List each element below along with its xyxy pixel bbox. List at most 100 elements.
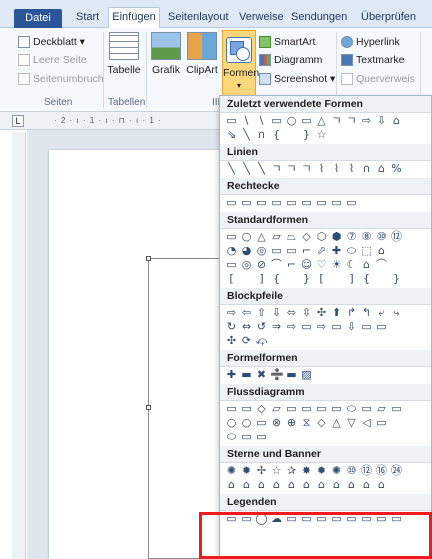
- shape-icon[interactable]: ✺: [330, 464, 343, 477]
- shape-icon[interactable]: ⇔: [240, 320, 253, 333]
- shape-icon[interactable]: ⇳: [300, 306, 313, 319]
- shape-icon[interactable]: △: [315, 114, 328, 127]
- shape-icon[interactable]: ⑦: [345, 230, 358, 243]
- shape-icon[interactable]: ⌂: [285, 478, 298, 491]
- shape-icon[interactable]: ⌐: [285, 258, 298, 271]
- shape-icon[interactable]: ⌂: [255, 478, 268, 491]
- shape-icon[interactable]: ⌂: [375, 478, 388, 491]
- shape-icon[interactable]: ▭: [225, 402, 238, 415]
- shape-icon[interactable]: ▱: [375, 402, 388, 415]
- shape-icon[interactable]: ⌇: [315, 162, 328, 175]
- shape-icon[interactable]: ⇦: [240, 306, 253, 319]
- shape-icon[interactable]: ㉔: [390, 464, 403, 477]
- shape-icon[interactable]: ⇨: [285, 320, 298, 333]
- tab-selector[interactable]: L: [12, 115, 24, 127]
- shape-icon[interactable]: [: [315, 272, 328, 285]
- shape-icon[interactable]: ⬀: [315, 244, 328, 257]
- shape-icon[interactable]: ↻: [225, 320, 238, 333]
- shape-icon[interactable]: ○: [240, 416, 253, 429]
- blank-page-button[interactable]: Leere Seite: [18, 54, 87, 66]
- shape-icon[interactable]: ▭: [225, 258, 238, 271]
- shape-icon[interactable]: ⬚: [360, 244, 373, 257]
- shape-icon[interactable]: ⌂: [375, 244, 388, 257]
- shape-icon[interactable]: ▬: [240, 368, 253, 381]
- shape-icon[interactable]: ⬡: [315, 230, 328, 243]
- shape-icon[interactable]: ▬: [285, 368, 298, 381]
- shape-icon[interactable]: ▭: [300, 512, 313, 525]
- shape-icon[interactable]: ㄱ: [300, 162, 313, 175]
- shape-icon[interactable]: ▭: [330, 320, 343, 333]
- shape-icon[interactable]: ⬭: [225, 430, 238, 443]
- shape-icon[interactable]: ↱: [345, 306, 358, 319]
- shape-icon[interactable]: ✺: [225, 464, 238, 477]
- shape-icon[interactable]: ▭: [315, 402, 328, 415]
- shape-icon[interactable]: ╲: [240, 128, 253, 141]
- shape-icon[interactable]: ▭: [255, 196, 268, 209]
- horizontal-ruler[interactable]: L · 2 · ı · 1 · ı · ⊓ · ı · 1 ·: [0, 112, 222, 130]
- shape-icon[interactable]: ◎: [240, 258, 253, 271]
- shape-icon[interactable]: ◇: [300, 230, 313, 243]
- shape-icon[interactable]: ◁: [360, 416, 373, 429]
- shape-icon[interactable]: ▭: [225, 230, 238, 243]
- shape-icon[interactable]: ✸: [300, 464, 313, 477]
- crossref-button[interactable]: Querverweis: [341, 73, 415, 85]
- shape-icon[interactable]: ▭: [270, 244, 283, 257]
- shape-icon[interactable]: ▭: [315, 196, 328, 209]
- shape-icon[interactable]: [330, 272, 343, 285]
- shape-icon[interactable]: ▭: [330, 512, 343, 525]
- shape-icon[interactable]: ⇩: [375, 114, 388, 127]
- shape-icon[interactable]: ⑫: [390, 230, 403, 243]
- shape-icon[interactable]: ⌒: [375, 258, 388, 271]
- shape-icon[interactable]: [375, 272, 388, 285]
- shape-icon[interactable]: ⤶: [375, 306, 388, 319]
- shape-icon[interactable]: ⑯: [375, 464, 388, 477]
- shape-icon[interactable]: ⬆: [330, 306, 343, 319]
- shape-icon[interactable]: ▭: [330, 196, 343, 209]
- shape-icon[interactable]: ╲: [240, 162, 253, 175]
- shape-icon[interactable]: ○: [225, 416, 238, 429]
- shape-icon[interactable]: {: [270, 128, 283, 141]
- shape-icon[interactable]: ▭: [225, 114, 238, 127]
- shape-icon[interactable]: [: [225, 272, 238, 285]
- hyperlink-button[interactable]: Hyperlink: [341, 36, 400, 48]
- shape-icon[interactable]: ⬭: [345, 244, 358, 257]
- shape-icon[interactable]: ☺: [300, 258, 313, 271]
- chart-button[interactable]: Diagramm: [259, 54, 322, 66]
- shape-icon[interactable]: {: [360, 272, 373, 285]
- shape-icon[interactable]: ▭: [225, 512, 238, 525]
- shape-icon[interactable]: ▭: [285, 196, 298, 209]
- shape-icon[interactable]: ↰: [360, 306, 373, 319]
- shape-icon[interactable]: ⑫: [360, 464, 373, 477]
- shape-icon[interactable]: ⧖: [300, 416, 313, 429]
- shape-icon[interactable]: %: [390, 162, 403, 175]
- picture-button[interactable]: Grafik: [150, 32, 182, 76]
- shape-icon[interactable]: ◯: [255, 512, 268, 525]
- tab-insert[interactable]: Einfügen: [108, 7, 160, 28]
- shape-icon[interactable]: ⇩: [270, 306, 283, 319]
- shape-icon[interactable]: ⌐: [300, 244, 313, 257]
- shape-icon[interactable]: ▨: [300, 368, 313, 381]
- shape-icon[interactable]: ⑩: [375, 230, 388, 243]
- shape-icon[interactable]: ⇨: [225, 306, 238, 319]
- shape-icon[interactable]: [240, 272, 253, 285]
- vertical-ruler[interactable]: [12, 132, 26, 559]
- shape-icon[interactable]: ⌂: [315, 478, 328, 491]
- shape-icon[interactable]: ▭: [255, 430, 268, 443]
- shape-icon[interactable]: ◎: [255, 244, 268, 257]
- bookmark-button[interactable]: Textmarke: [341, 54, 404, 66]
- shape-icon[interactable]: ⊘: [255, 258, 268, 271]
- shape-icon[interactable]: ㄱ: [345, 114, 358, 127]
- tab-mailings[interactable]: Sendungen: [291, 8, 347, 28]
- tab-file[interactable]: Datei: [14, 9, 62, 28]
- shape-icon[interactable]: ⑧: [360, 230, 373, 243]
- shape-icon[interactable]: ⌇: [330, 162, 343, 175]
- shape-icon[interactable]: ⇧: [255, 306, 268, 319]
- shape-icon[interactable]: ✹: [315, 464, 328, 477]
- shape-icon[interactable]: ⊕: [285, 416, 298, 429]
- shape-icon[interactable]: ☆: [270, 464, 283, 477]
- shape-icon[interactable]: ]: [255, 272, 268, 285]
- shape-icon[interactable]: ⟳: [240, 334, 253, 347]
- shape-icon[interactable]: ▭: [225, 196, 238, 209]
- shape-icon[interactable]: ⊗: [270, 416, 283, 429]
- shape-selection-frame[interactable]: [146, 256, 222, 559]
